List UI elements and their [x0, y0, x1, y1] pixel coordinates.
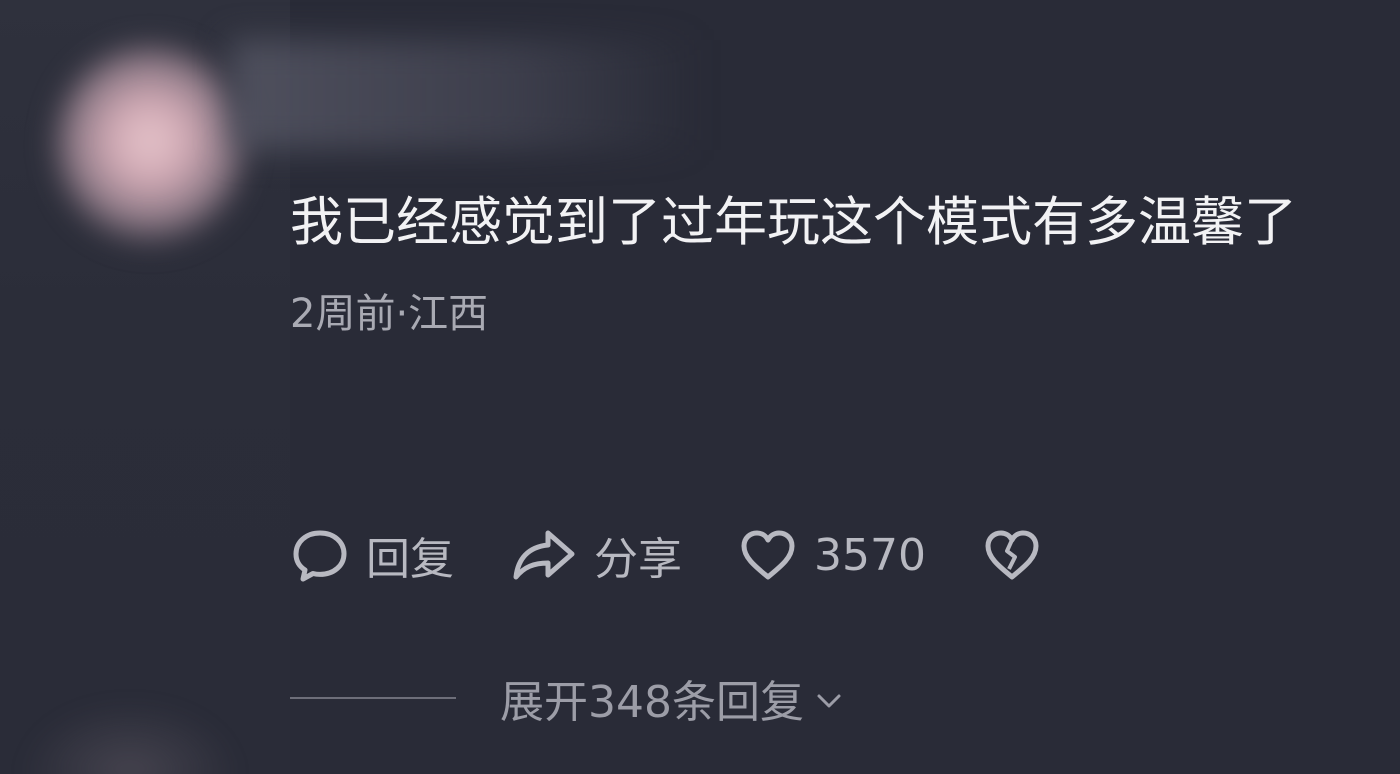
- broken-heart-icon: [982, 527, 1042, 583]
- like-count: 3570: [814, 529, 926, 581]
- blurred-nickname: [230, 40, 700, 150]
- expand-replies-row: 展开348条回复: [290, 668, 844, 728]
- heart-outline-icon: [738, 527, 798, 583]
- like-button[interactable]: 3570: [738, 527, 926, 583]
- share-arrow-icon: [510, 525, 578, 585]
- comment-screen: 我已经感觉到了过年玩这个模式有多温馨了 2周前·江西 回复 分享 3570 展开…: [0, 0, 1400, 774]
- avatar[interactable]: [55, 45, 245, 245]
- divider: [290, 697, 456, 699]
- dislike-button[interactable]: [982, 527, 1042, 583]
- expand-replies-label: 展开348条回复: [500, 677, 804, 728]
- expand-replies-button[interactable]: 展开348条回复: [500, 666, 844, 730]
- comment-text: 我已经感觉到了过年玩这个模式有多温馨了: [290, 192, 1297, 253]
- reply-label: 回复: [366, 534, 454, 585]
- comment-bubble-icon: [290, 525, 350, 585]
- comment-meta: 2周前·江西: [290, 291, 489, 337]
- reply-button[interactable]: 回复: [290, 523, 454, 587]
- share-button[interactable]: 分享: [510, 523, 682, 587]
- comment-body: 我已经感觉到了过年玩这个模式有多温馨了 2周前·江西: [290, 150, 1350, 344]
- blurred-corner: [20, 700, 240, 774]
- share-label: 分享: [594, 534, 682, 585]
- comment-actions: 回复 分享 3570: [290, 520, 1098, 590]
- chevron-down-icon: [814, 673, 844, 724]
